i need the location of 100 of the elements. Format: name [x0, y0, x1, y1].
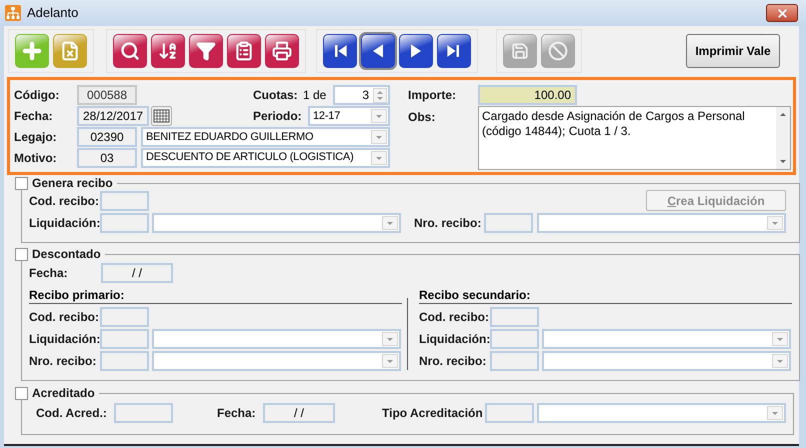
calendar-icon [151, 106, 172, 126]
input-field[interactable] [100, 351, 149, 371]
field-label: Fecha: [217, 405, 257, 422]
section-title: Recibo secundario: [419, 288, 792, 304]
caret-icon [772, 332, 788, 346]
field-label: Motivo: [14, 150, 58, 167]
document-icon [60, 41, 80, 61]
save-button[interactable] [503, 34, 537, 68]
add-button[interactable] [15, 34, 49, 68]
input-field[interactable]: 03 [77, 148, 137, 168]
dropdown[interactable] [542, 351, 791, 371]
input-field[interactable] [490, 351, 539, 371]
dropdown[interactable] [542, 329, 791, 349]
group-title: Acreditado [32, 385, 95, 402]
sort-button[interactable] [151, 34, 185, 68]
dropdown[interactable] [537, 403, 786, 423]
dropdown[interactable]: 12-17 [308, 106, 390, 126]
prev-button[interactable] [361, 34, 395, 68]
search-button[interactable] [113, 34, 147, 68]
app-icon [5, 5, 21, 21]
save-icon [511, 42, 529, 60]
caret-icon [371, 130, 387, 144]
field-label: Cod. Acred.: [36, 405, 108, 422]
field-label: Cuotas: [253, 87, 299, 104]
caret-icon [767, 216, 783, 230]
field-label: Fecha: [14, 108, 54, 126]
field-label: Liquidación: [419, 331, 490, 348]
filter-button[interactable] [189, 34, 223, 68]
report-button[interactable] [227, 34, 261, 68]
section-title: Recibo primario: [29, 288, 402, 304]
field-label: Nro. recibo: [419, 353, 488, 370]
spinner-field[interactable]: 3 [333, 85, 390, 106]
print-button[interactable] [265, 34, 299, 68]
input-field[interactable]: 000588 [77, 85, 137, 106]
caret-icon [767, 406, 783, 420]
input-field[interactable]: 02390 [77, 126, 137, 147]
spinner-arrows-icon [373, 88, 387, 103]
field-label: Periodo: [253, 108, 303, 126]
caret-icon [772, 354, 788, 368]
group-title: Genera recibo [32, 175, 113, 192]
next-button[interactable] [399, 34, 433, 68]
notes-textarea[interactable]: Cargado desde Asignación de Cargos a Personal (código 14844); Cuota 1 / 3. [478, 106, 791, 170]
input-field[interactable]: / / [101, 263, 173, 283]
plus-icon [20, 39, 44, 63]
caret-icon [382, 354, 398, 368]
clipboard-icon [234, 41, 254, 61]
first-button[interactable] [323, 34, 357, 68]
caret-icon [382, 332, 398, 346]
dropdown[interactable]: BENITEZ EDUARDO GUILLERMO [141, 126, 390, 147]
installment-prefix: 1 de [303, 87, 328, 104]
input-field[interactable] [114, 403, 173, 423]
amount-field[interactable]: 100.00 [478, 85, 577, 105]
field-label: Nro. recibo: [29, 353, 98, 370]
checkbox[interactable] [15, 386, 28, 400]
field-label: Importe: [408, 87, 457, 104]
input-field[interactable] [485, 403, 534, 423]
field-label: Fecha: [29, 265, 69, 282]
field-label: Código: [14, 87, 60, 104]
search-icon [120, 41, 140, 61]
window-title: Adelanto [27, 4, 80, 22]
caret-icon [371, 150, 387, 165]
field-label: Liquidación: [29, 331, 100, 348]
cancel-button[interactable] [541, 34, 575, 68]
filter-icon [196, 41, 216, 61]
field-label: Cod. recibo: [29, 309, 100, 326]
input-field[interactable] [100, 213, 149, 233]
field-label: Tipo Acreditación [382, 405, 484, 422]
dropdown[interactable]: DESCUENTO DE ARTICULO (LOGISTICA) [141, 148, 390, 168]
input-field[interactable]: / / [263, 403, 335, 423]
caret-icon [382, 216, 398, 230]
last-button[interactable] [437, 34, 471, 68]
close-button[interactable] [766, 4, 798, 22]
field-label: Obs: [408, 109, 436, 126]
dropdown[interactable] [152, 351, 401, 371]
input-field[interactable] [484, 213, 533, 233]
input-field[interactable]: 28/12/2017 [77, 106, 149, 126]
input-field[interactable] [100, 307, 149, 327]
close-icon [776, 6, 788, 20]
printer-icon [272, 41, 292, 61]
field-label: Cod. recibo: [29, 193, 100, 210]
input-field[interactable] [100, 329, 149, 349]
input-field[interactable] [100, 191, 149, 211]
field-label: Cod. recibo: [419, 309, 490, 326]
document-button[interactable] [53, 34, 87, 68]
caret-icon [371, 109, 387, 124]
dropdown[interactable] [537, 213, 786, 233]
checkbox[interactable] [15, 176, 28, 190]
input-field[interactable] [490, 307, 539, 327]
cancel-icon [548, 41, 568, 61]
dropdown[interactable] [152, 329, 401, 349]
field-label: Legajo: [14, 128, 58, 146]
dropdown[interactable] [152, 213, 401, 233]
sort-icon [158, 41, 178, 61]
scrollbar [776, 107, 790, 169]
group-title: Descontado [32, 246, 101, 263]
field-label: Liquidación: [29, 215, 100, 232]
input-field[interactable] [490, 329, 539, 349]
checkbox[interactable] [15, 248, 28, 260]
field-label: Nro. recibo: [414, 215, 482, 232]
print-voucher-button[interactable]: Imprimir Vale [686, 34, 780, 68]
